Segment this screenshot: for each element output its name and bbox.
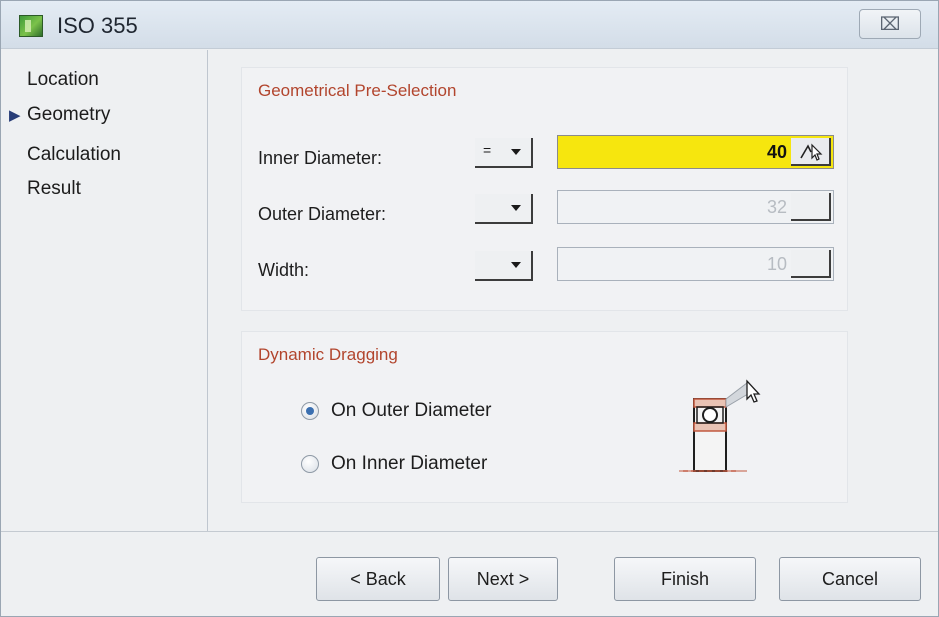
width-value: 10 xyxy=(766,254,787,274)
outer-diameter-measure-button xyxy=(791,193,831,221)
radio-button[interactable] xyxy=(301,455,319,473)
inner-diameter-operator-select[interactable]: = xyxy=(475,138,533,168)
nav-item-label: Geometry xyxy=(27,104,111,125)
width-label: Width: xyxy=(258,260,310,280)
width-field: 10 xyxy=(557,247,834,281)
dialog-window: ISO 355 ⌧ Location ▶ Geometry Calculation… xyxy=(0,0,939,617)
inner-diameter-value: 40 xyxy=(766,142,787,162)
measure-icon xyxy=(800,143,823,161)
footer-divider xyxy=(1,531,938,532)
radio-label: On Inner Diameter xyxy=(331,453,488,474)
nav-item-calculation[interactable]: Calculation xyxy=(27,144,121,166)
outer-diameter-operator-select[interactable] xyxy=(475,194,533,224)
outer-diameter-label: Outer Diameter: xyxy=(258,204,387,224)
width-measure-button xyxy=(791,250,831,278)
width-operator-select[interactable] xyxy=(475,251,533,281)
cancel-button[interactable]: Cancel xyxy=(779,557,921,601)
chevron-down-icon xyxy=(511,149,521,155)
chevron-down-icon xyxy=(511,205,521,211)
chevron-down-icon xyxy=(511,262,521,268)
radio-outer-diameter[interactable]: On Outer Diameter xyxy=(301,400,492,422)
outer-diameter-field: 32 xyxy=(557,190,834,224)
dragging-title: Dynamic Dragging xyxy=(258,345,398,364)
window-title: ISO 355 xyxy=(57,13,138,38)
nav-item-label: Location xyxy=(27,69,99,90)
finish-button[interactable]: Finish xyxy=(614,557,756,601)
next-button[interactable]: Next > xyxy=(448,557,558,601)
back-button[interactable]: < Back xyxy=(316,557,440,601)
inner-diameter-field[interactable]: 40 xyxy=(557,135,834,169)
nav-item-location[interactable]: Location xyxy=(27,69,99,91)
nav-item-geometry[interactable]: ▶ Geometry xyxy=(9,104,110,126)
bearing-icon xyxy=(679,379,761,472)
outer-diameter-value: 32 xyxy=(766,197,787,217)
radio-inner-diameter[interactable]: On Inner Diameter xyxy=(301,453,487,475)
app-icon xyxy=(19,15,43,37)
close-button[interactable]: ⌧ xyxy=(859,9,921,39)
active-arrow-icon: ▶ xyxy=(9,107,21,124)
radio-label: On Outer Diameter xyxy=(331,400,492,421)
operator-value: = xyxy=(483,142,492,158)
inner-diameter-measure-button[interactable] xyxy=(791,138,831,166)
wizard-nav: Location ▶ Geometry Calculation Result xyxy=(1,50,208,531)
preselection-title: Geometrical Pre-Selection xyxy=(258,81,457,100)
nav-item-label: Calculation xyxy=(27,144,121,165)
nav-item-result[interactable]: Result xyxy=(27,178,81,200)
inner-diameter-label: Inner Diameter: xyxy=(258,148,383,168)
radio-button-checked[interactable] xyxy=(301,402,319,420)
nav-item-label: Result xyxy=(27,178,81,199)
title-bar: ISO 355 ⌧ xyxy=(1,1,938,49)
